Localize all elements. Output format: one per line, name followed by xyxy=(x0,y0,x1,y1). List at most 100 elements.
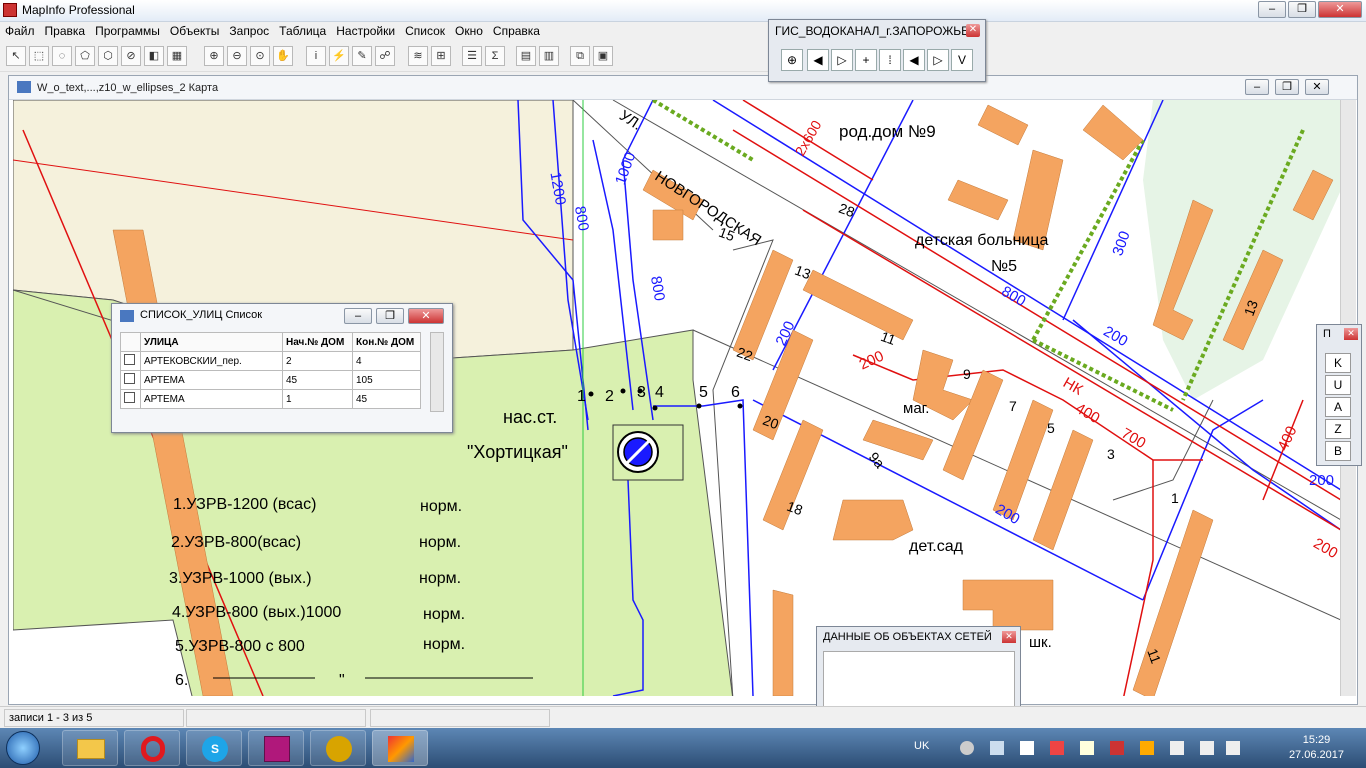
table-row[interactable]: АРТЕКОВСКИИ_пер. 2 4 xyxy=(120,351,421,371)
gis-forward-button[interactable]: ▷ xyxy=(831,49,853,71)
clock[interactable]: 15:29 27.06.2017 xyxy=(1289,733,1344,763)
taskbar-explorer[interactable] xyxy=(62,730,118,766)
house-7: 7 xyxy=(1009,398,1017,414)
side-button-z[interactable]: Z xyxy=(1325,419,1351,439)
new-browser-icon[interactable]: ▤ xyxy=(516,46,536,66)
menu-programs[interactable]: Программы xyxy=(90,22,165,38)
tray-app-icon[interactable] xyxy=(1050,741,1064,755)
menu-window[interactable]: Окно xyxy=(450,22,488,38)
side-panel-close-button[interactable]: ✕ xyxy=(1344,328,1358,340)
bluetooth-icon[interactable] xyxy=(1170,741,1184,755)
gis-toolbar-close-button[interactable]: ✕ xyxy=(966,24,980,37)
menu-file[interactable]: Файл xyxy=(0,22,40,38)
pan-hand-icon[interactable]: ✋ xyxy=(273,46,293,66)
taskbar-opera[interactable] xyxy=(124,730,180,766)
new-graph-icon[interactable]: ▥ xyxy=(539,46,559,66)
hotlink-icon[interactable]: ⚡ xyxy=(329,46,349,66)
taskbar-media[interactable] xyxy=(310,730,366,766)
drag-map-icon[interactable]: ☍ xyxy=(375,46,395,66)
cell-street[interactable]: АРТЕМА xyxy=(140,370,283,390)
row-checkbox[interactable] xyxy=(120,351,141,371)
taskbar-skype[interactable]: S xyxy=(186,730,242,766)
side-button-k[interactable]: K xyxy=(1325,353,1351,373)
graph-select-icon[interactable]: ◧ xyxy=(144,46,164,66)
polygon-select-icon[interactable]: ⬠ xyxy=(75,46,95,66)
marquee-select-icon[interactable]: ⬚ xyxy=(29,46,49,66)
taskbar-mapinfo[interactable] xyxy=(372,730,428,766)
info-icon[interactable]: i xyxy=(306,46,326,66)
volume-icon[interactable] xyxy=(1226,741,1240,755)
gis-prev-button[interactable]: ◀ xyxy=(903,49,925,71)
cell-end[interactable]: 105 xyxy=(352,370,421,390)
list-close-button[interactable]: ✕ xyxy=(408,308,444,324)
cell-street[interactable]: АРТЕМА xyxy=(140,389,283,409)
ruler-icon[interactable]: ⊞ xyxy=(431,46,451,66)
taskbar-save-app[interactable] xyxy=(248,730,304,766)
list-minimize-button[interactable]: – xyxy=(344,308,372,324)
redistrict-icon[interactable]: ⧉ xyxy=(570,46,590,66)
cell-street[interactable]: АРТЕКОВСКИИ_пер. xyxy=(140,351,283,371)
menu-help[interactable]: Справка xyxy=(488,22,545,38)
close-button[interactable]: ✕ xyxy=(1318,1,1362,18)
menu-objects[interactable]: Объекты xyxy=(165,22,225,38)
map-minimize-button[interactable]: – xyxy=(1245,79,1269,95)
gis-plus-button[interactable]: + xyxy=(855,49,877,71)
gis-next-button[interactable]: ▷ xyxy=(927,49,949,71)
column-header-start[interactable]: Нач.№ ДОМ xyxy=(282,332,353,352)
menu-query[interactable]: Запрос xyxy=(224,22,274,38)
menu-edit[interactable]: Правка xyxy=(40,22,91,38)
table-row[interactable]: АРТЕМА 45 105 xyxy=(120,370,421,390)
layer-control-icon[interactable]: ≋ xyxy=(408,46,428,66)
network-icon[interactable] xyxy=(1200,741,1214,755)
side-button-u[interactable]: U xyxy=(1325,375,1351,395)
gis-traffic-button[interactable]: ⁞ xyxy=(879,49,901,71)
restore-button[interactable]: ❐ xyxy=(1288,1,1316,18)
tray-app-icon[interactable] xyxy=(960,741,974,755)
change-view-icon[interactable]: ⊙ xyxy=(250,46,270,66)
select-arrow-icon[interactable]: ↖ xyxy=(6,46,26,66)
layout-icon[interactable]: ▣ xyxy=(593,46,613,66)
gis-back-button[interactable]: ◀ xyxy=(807,49,829,71)
list-scrollbar[interactable] xyxy=(430,332,444,412)
legend-status-1: норм. xyxy=(420,498,463,515)
column-header-end[interactable]: Кон.№ ДОМ xyxy=(352,332,421,352)
row-checkbox[interactable] xyxy=(120,370,141,390)
start-button[interactable] xyxy=(6,731,40,765)
unselect-icon[interactable]: ⊘ xyxy=(121,46,141,66)
label-select-icon[interactable]: ▦ xyxy=(167,46,187,66)
menu-settings[interactable]: Настройки xyxy=(331,22,400,38)
table-row[interactable]: АРТЕМА 1 45 xyxy=(120,389,421,409)
column-header-street[interactable]: УЛИЦА xyxy=(140,332,283,352)
list-restore-button[interactable]: ❐ xyxy=(376,308,404,324)
legend-icon[interactable]: ☰ xyxy=(462,46,482,66)
boundary-select-icon[interactable]: ⬡ xyxy=(98,46,118,66)
cell-start[interactable]: 2 xyxy=(282,351,353,371)
statistics-icon[interactable]: Σ xyxy=(485,46,505,66)
cell-end[interactable]: 45 xyxy=(352,389,421,409)
menu-table[interactable]: Таблица xyxy=(274,22,331,38)
gis-v-button[interactable]: V xyxy=(951,49,973,71)
map-restore-button[interactable]: ❐ xyxy=(1275,79,1299,95)
valve-dot-5 xyxy=(696,403,702,409)
radius-select-icon[interactable]: ◌ xyxy=(52,46,72,66)
map-close-button[interactable]: ✕ xyxy=(1305,79,1329,95)
cell-end[interactable]: 4 xyxy=(352,351,421,371)
gis-globe-button[interactable]: ⊕ xyxy=(781,49,803,71)
tray-app-icon[interactable] xyxy=(1110,741,1124,755)
side-button-b[interactable]: B xyxy=(1325,441,1351,461)
minimize-button[interactable]: – xyxy=(1258,1,1286,18)
side-button-a[interactable]: A xyxy=(1325,397,1351,417)
label-icon[interactable]: ✎ xyxy=(352,46,372,66)
tray-app-icon[interactable] xyxy=(990,741,1004,755)
cell-start[interactable]: 45 xyxy=(282,370,353,390)
row-checkbox[interactable] xyxy=(120,389,141,409)
menu-list[interactable]: Список xyxy=(400,22,450,38)
zoom-out-icon[interactable]: ⊖ xyxy=(227,46,247,66)
tray-flag-icon[interactable] xyxy=(1020,741,1034,755)
tray-app-icon[interactable] xyxy=(1140,741,1154,755)
language-indicator[interactable]: UK xyxy=(914,740,929,752)
cell-start[interactable]: 1 xyxy=(282,389,353,409)
data-panel-close-button[interactable]: ✕ xyxy=(1002,631,1016,643)
tray-app-icon[interactable] xyxy=(1080,741,1094,755)
zoom-in-icon[interactable]: ⊕ xyxy=(204,46,224,66)
